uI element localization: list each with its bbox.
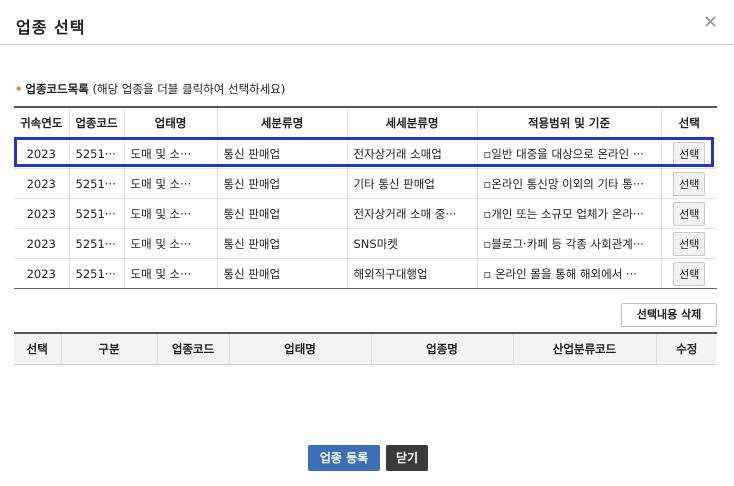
col-header-industry-name: 업종명 — [371, 332, 514, 365]
select-button[interactable]: 선택 — [673, 141, 706, 166]
cell-subcategory: 통신 판매업 — [217, 138, 348, 169]
close-icon[interactable]: ✕ — [703, 12, 718, 33]
delete-selection-button[interactable]: 선택내용 삭제 — [621, 303, 717, 327]
cell-detail-category: 해외직구대행업 — [347, 258, 478, 289]
cell-scope: ▫개인 또는 소규모 업체가 온라··· — [477, 198, 662, 229]
col-header-detail-category: 세세분류명 — [347, 106, 478, 139]
title-divider — [0, 44, 734, 45]
cell-business-type: 도매 및 소··· — [124, 198, 218, 229]
col-header-business-type: 업태명 — [124, 106, 218, 139]
col-header-category: 구분 — [61, 332, 158, 365]
cell-year: 2023 — [14, 138, 70, 169]
cell-subcategory: 통신 판매업 — [217, 198, 348, 229]
table-row[interactable]: 2023 5251··· 도매 및 소··· 통신 판매업 SNS마켓 ▫블로그… — [14, 228, 717, 259]
industry-code-table: 귀속연도 업종코드 업태명 세분류명 세세분류명 적용범위 및 기준 선택 20… — [14, 106, 717, 289]
cell-code: 5251··· — [69, 138, 125, 169]
register-industry-button[interactable]: 업종 등록 — [308, 445, 380, 471]
table-row[interactable]: 2023 5251··· 도매 및 소··· 통신 판매업 기타 통신 판매업 … — [14, 168, 717, 199]
table-row[interactable]: 2023 5251··· 도매 및 소··· 통신 판매업 전자상거래 소매 중… — [14, 198, 717, 229]
table-row[interactable]: 2023 5251··· 도매 및 소··· 통신 판매업 전자상거래 소매업 … — [14, 138, 717, 169]
cell-code: 5251··· — [69, 198, 125, 229]
cell-business-type: 도매 및 소··· — [124, 228, 218, 259]
cell-detail-category: 전자상거래 소매 중··· — [347, 198, 478, 229]
section-hint: (해당 업종을 더블 클릭하여 선택하세요) — [88, 82, 286, 96]
col-header-select: 선택 — [14, 332, 62, 365]
cell-business-type: 도매 및 소··· — [124, 168, 218, 199]
col-header-scope: 적용범위 및 기준 — [477, 106, 662, 139]
cell-year: 2023 — [14, 228, 70, 259]
cell-detail-category: 기타 통신 판매업 — [347, 168, 478, 199]
cell-code: 5251··· — [69, 228, 125, 259]
dialog-title: 업종 선택 — [16, 18, 86, 37]
cell-code: 5251··· — [69, 258, 125, 289]
selected-industry-table: 선택 구분 업종코드 업태명 업종명 산업분류코드 수정 — [14, 332, 717, 365]
cell-detail-category: SNS마켓 — [347, 228, 478, 259]
table-row[interactable]: 2023 5251··· 도매 및 소··· 통신 판매업 해외직구대행업 ▫ … — [14, 258, 717, 289]
cell-select: 선택 — [661, 168, 717, 199]
cell-year: 2023 — [14, 198, 70, 229]
table-header-row: 선택 구분 업종코드 업태명 업종명 산업분류코드 수정 — [14, 332, 717, 365]
section-title: 업종코드목록 — [25, 82, 89, 96]
cell-scope: ▫블로그·카페 등 각종 사회관계··· — [477, 228, 662, 259]
select-button[interactable]: 선택 — [673, 201, 706, 226]
col-header-subcategory: 세분류명 — [217, 106, 348, 139]
close-button[interactable]: 닫기 — [386, 445, 428, 471]
cell-subcategory: 통신 판매업 — [217, 168, 348, 199]
section-label: • 업종코드목록 (해당 업종을 더블 클릭하여 선택하세요) — [15, 81, 285, 97]
cell-subcategory: 통신 판매업 — [217, 228, 348, 259]
select-button[interactable]: 선택 — [673, 261, 706, 286]
select-button[interactable]: 선택 — [673, 171, 706, 196]
cell-scope: ▫ 온라인 몰을 통해 해외에서 ··· — [477, 258, 662, 289]
col-header-select: 선택 — [661, 106, 717, 139]
cell-select: 선택 — [661, 258, 717, 289]
col-header-edit: 수정 — [656, 332, 717, 365]
cell-scope: ▫온라인 통신망 이외의 기타 통··· — [477, 168, 662, 199]
bullet-icon: • — [15, 82, 23, 96]
cell-select: 선택 — [661, 138, 717, 169]
col-header-year: 귀속연도 — [14, 106, 70, 139]
table-header-row: 귀속연도 업종코드 업태명 세분류명 세세분류명 적용범위 및 기준 선택 — [14, 106, 717, 139]
cell-year: 2023 — [14, 258, 70, 289]
col-header-code: 업종코드 — [69, 106, 125, 139]
col-header-code: 업종코드 — [157, 332, 230, 365]
cell-year: 2023 — [14, 168, 70, 199]
cell-code: 5251··· — [69, 168, 125, 199]
cell-select: 선택 — [661, 228, 717, 259]
cell-detail-category: 전자상거래 소매업 — [347, 138, 478, 169]
cell-select: 선택 — [661, 198, 717, 229]
cell-business-type: 도매 및 소··· — [124, 138, 218, 169]
select-button[interactable]: 선택 — [673, 231, 706, 256]
cell-business-type: 도매 및 소··· — [124, 258, 218, 289]
cell-subcategory: 통신 판매업 — [217, 258, 348, 289]
cell-scope: ▫일반 대중을 대상으로 온라인 ··· — [477, 138, 662, 169]
col-header-business-type: 업태명 — [229, 332, 372, 365]
col-header-industry-classification: 산업분류코드 — [513, 332, 657, 365]
